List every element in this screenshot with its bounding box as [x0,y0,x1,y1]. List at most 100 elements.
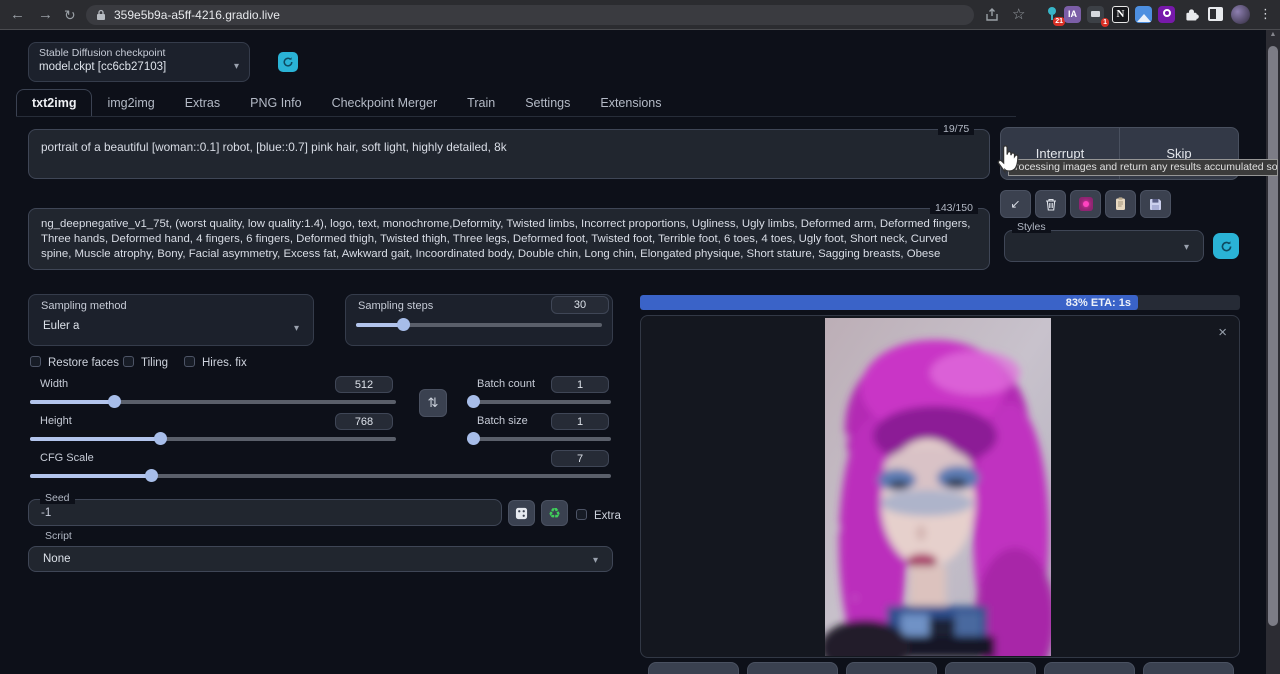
tab-png-info[interactable]: PNG Info [235,90,316,116]
gallery-action-button-6[interactable] [1143,662,1234,674]
gallery-action-button-1[interactable] [648,662,739,674]
script-label: Script [40,530,77,542]
tiling-checkbox[interactable]: Tiling [123,353,168,371]
batch-count-slider-track[interactable] [467,400,611,404]
arrow-sw-icon: ↙ [1010,197,1020,211]
cfg-input[interactable]: 7 [551,450,609,467]
save-style-button[interactable] [1140,190,1171,218]
seed-input[interactable]: -1 [41,507,501,519]
sampling-method-value[interactable]: Euler a [43,320,313,332]
batch-count-slider-handle[interactable] [467,395,480,408]
recycle-icon: ♻ [548,505,561,521]
extension-office-icon[interactable] [1158,6,1175,23]
chrome-menu-icon[interactable]: ⋮ [1259,6,1272,22]
checkpoint-label: Stable Diffusion checkpoint [39,47,249,59]
random-seed-button[interactable] [508,500,535,526]
interrupt-tooltip: rocessing images and return any results … [1008,159,1278,176]
gallery-action-button-2[interactable] [747,662,838,674]
batch-size-slider-track[interactable] [467,437,611,441]
height-slider-fill [30,437,161,441]
extra-networks-button[interactable] [1070,190,1101,218]
share-icon[interactable] [985,8,1000,22]
sidebar-panel-icon[interactable] [1208,7,1223,21]
seed-extra-checkbox[interactable]: Extra [576,506,621,524]
reuse-seed-button[interactable]: ♻ [541,500,568,526]
back-icon[interactable]: ← [10,0,25,30]
sampling-steps-input[interactable]: 30 [551,296,609,314]
cfg-slider-handle[interactable] [145,469,158,482]
extensions-puzzle-icon[interactable] [1183,6,1200,23]
swap-icon: ⇅ [428,395,439,410]
tab-settings[interactable]: Settings [510,90,585,116]
clear-prompt-button[interactable] [1035,190,1066,218]
paste-generation-params-button[interactable]: ↙ [1000,190,1031,218]
height-input[interactable]: 768 [335,413,393,430]
seed-extra-label: Extra [594,510,621,522]
checkpoint-refresh-button[interactable] [278,52,298,72]
script-value: None [43,553,612,565]
reload-icon[interactable]: ↻ [64,0,76,30]
width-slider-fill [30,400,115,404]
progress-label: 83% ETA: 1s [1066,297,1138,309]
url-text: 359e5b9a-a5ff-4216.gradio.live [114,8,280,22]
tab-img2img[interactable]: img2img [92,90,169,116]
chevron-down-icon: ▾ [1184,242,1189,253]
close-icon[interactable]: × [1218,324,1227,341]
forward-icon[interactable]: → [38,0,53,30]
panel-glyph [1216,9,1221,19]
batch-size-slider-handle[interactable] [467,432,480,445]
extension-ia-icon[interactable]: IA [1064,6,1081,23]
apply-styles-button[interactable] [1105,190,1136,218]
swap-dimensions-button[interactable]: ⇅ [419,389,447,417]
prompt-input[interactable]: portrait of a beautiful [woman::0.1] rob… [41,140,977,168]
extension-camera-icon[interactable]: 1 [1087,6,1104,23]
height-slider-handle[interactable] [154,432,167,445]
output-gallery: × [640,315,1240,658]
negative-prompt-input[interactable]: ng_deepnegative_v1_75t, (worst quality, … [41,217,977,261]
camera-glyph [1091,11,1100,17]
extension-picture-icon[interactable] [1135,6,1152,23]
styles-dropdown[interactable]: ▾ [1004,230,1204,262]
gallery-action-button-4[interactable] [945,662,1036,674]
gallery-action-button-5[interactable] [1044,662,1135,674]
batch-size-input[interactable]: 1 [551,413,609,430]
width-slider-handle[interactable] [108,395,121,408]
tab-extensions[interactable]: Extensions [585,90,676,116]
steps-slider-handle[interactable] [397,318,410,331]
checkpoint-dropdown[interactable]: Stable Diffusion checkpoint model.ckpt [… [28,42,250,82]
tab-train[interactable]: Train [452,90,510,116]
checkpoint-value: model.ckpt [cc6cb27103] [39,61,249,73]
batch-count-input[interactable]: 1 [551,376,609,393]
tab-checkpoint-merger[interactable]: Checkpoint Merger [317,90,453,116]
width-input[interactable]: 512 [335,376,393,393]
restore-faces-label: Restore faces [48,357,119,369]
tab-txt2img[interactable]: txt2img [16,89,92,116]
hires-fix-checkbox[interactable]: Hires. fix [184,353,247,371]
restore-faces-checkbox[interactable]: Restore faces [30,353,119,371]
pin-glyph [1048,7,1056,15]
generated-image-preview[interactable] [825,318,1051,656]
extension-notion-icon[interactable]: N [1112,6,1129,23]
extension-pin-icon[interactable]: 21 [1044,6,1060,22]
checkbox-icon [123,356,134,367]
checkbox-icon [30,356,41,367]
tab-extras[interactable]: Extras [170,90,235,116]
styles-refresh-button[interactable] [1213,233,1239,259]
scrollbar-thumb[interactable] [1268,46,1278,626]
trash-icon [1045,198,1057,211]
scrollbar-up-icon[interactable]: ▲ [1266,31,1280,38]
clipboard-icon [1115,197,1126,211]
cfg-block: CFG Scale [28,448,613,486]
negative-counter: 143/150 [930,202,978,214]
refresh-icon [282,56,294,68]
cfg-label: CFG Scale [40,452,613,464]
script-dropdown[interactable]: None ▾ [28,546,613,572]
address-bar[interactable]: 359e5b9a-a5ff-4216.gradio.live [86,5,974,25]
profile-avatar[interactable] [1231,5,1250,24]
chevron-down-icon: ▾ [593,555,598,566]
negative-prompt-box: ng_deepnegative_v1_75t, (worst quality, … [28,208,990,270]
gallery-action-button-3[interactable] [846,662,937,674]
office-glyph [1163,9,1171,17]
bookmark-star-icon[interactable]: ☆ [1012,5,1025,23]
hires-fix-label: Hires. fix [202,357,247,369]
